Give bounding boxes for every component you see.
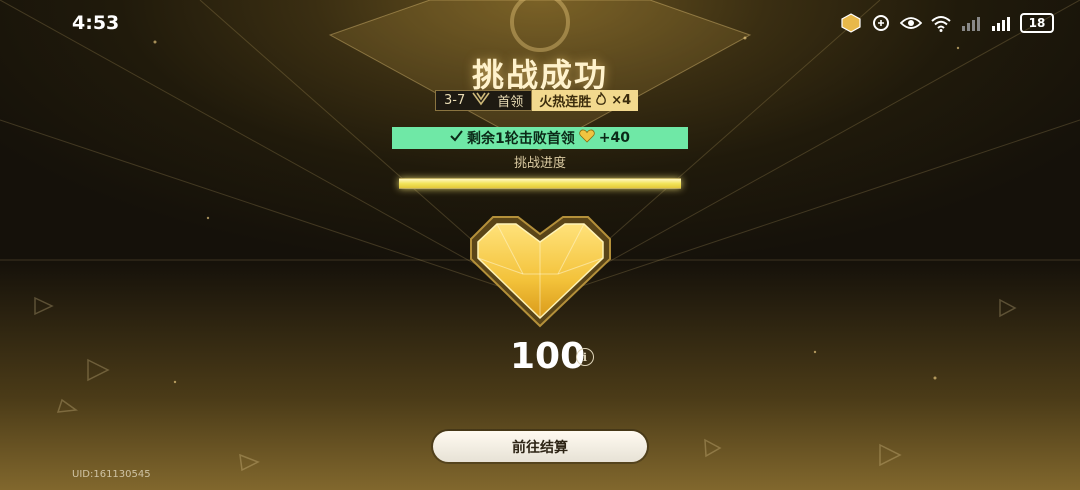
bonus-text: 剩余1轮击败首领: [467, 131, 575, 147]
check-icon: [450, 130, 463, 146]
stage-info: 3-7 首领 火热连胜 ×4: [435, 90, 639, 111]
boss-emblem-icon: [472, 92, 490, 110]
bonus-banner: 剩余1轮击败首领 +40: [392, 127, 688, 149]
signal-icon: [990, 12, 1012, 34]
info-icon[interactable]: i: [576, 348, 594, 366]
golden-heart-icon: [470, 216, 611, 328]
streak-label: 火热连胜: [539, 95, 592, 110]
stage-badge: 3-7 首领: [435, 90, 533, 111]
eye-icon: [900, 12, 922, 34]
stage-number: 3-7: [444, 93, 466, 108]
user-id: UID:161130545: [72, 469, 151, 480]
streak-badge: 火热连胜 ×4: [532, 90, 639, 111]
progress-label: 挑战进度: [513, 156, 566, 171]
app-notification-icon: [840, 12, 862, 34]
streak-count: ×4: [611, 93, 632, 108]
wifi-icon: [930, 12, 952, 34]
status-icons: 18: [840, 12, 1054, 34]
progress-fill: [399, 179, 681, 188]
status-time: 4:53: [72, 12, 120, 34]
small-heart-icon: [579, 129, 595, 147]
challenge-progress-bar: [399, 178, 681, 189]
battery-icon: 18: [1020, 13, 1054, 33]
data-saver-icon: [870, 12, 892, 34]
reward-amount: 100: [510, 336, 586, 377]
boss-label: 首领: [497, 95, 524, 110]
bonus-reward: +40: [598, 130, 630, 146]
signal-icon: [960, 12, 982, 34]
flame-icon: [595, 90, 607, 110]
settle-button[interactable]: 前往结算: [433, 431, 647, 462]
